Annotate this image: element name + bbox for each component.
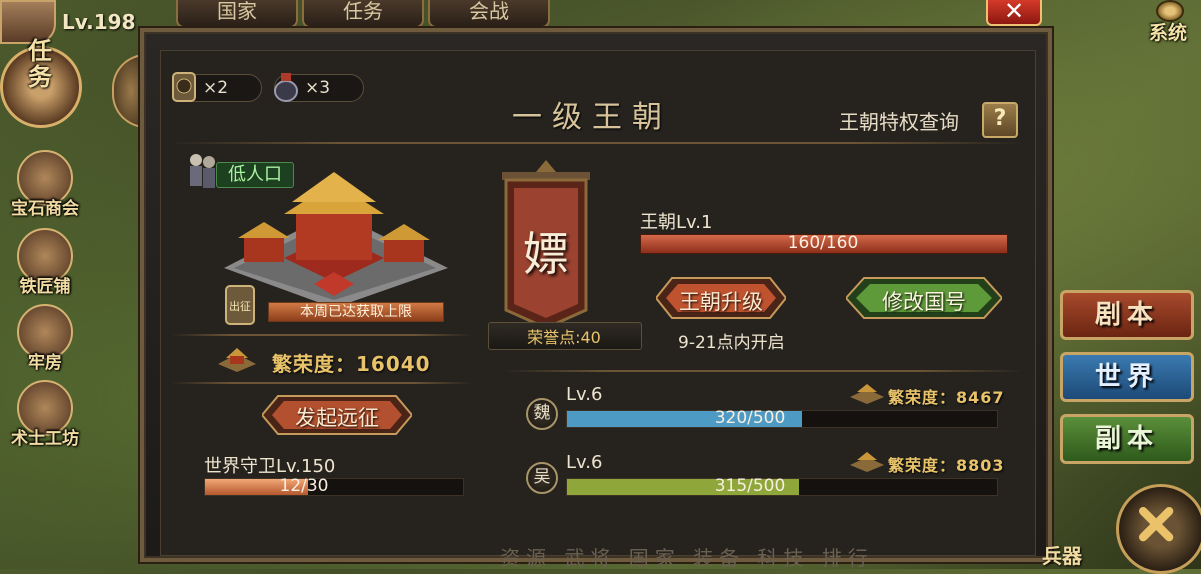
sidebar-item-label: 术士工坊 xyxy=(11,429,79,449)
weekly-limit-bar: 本周已达获取上限 xyxy=(268,302,444,322)
upgrade-time-hint: 9-21点内开启 xyxy=(678,333,785,353)
dynasty-level: 王朝Lv.1 xyxy=(640,212,713,233)
sidebar-item-gem-merchant[interactable]: 宝石商会 xyxy=(2,150,88,219)
help-button[interactable]: ? xyxy=(982,102,1018,138)
tab-country[interactable]: 国家 xyxy=(176,0,298,28)
sidebar-item-label: 铁匠铺 xyxy=(19,277,71,297)
prosperity-icon xyxy=(218,348,256,372)
sidebar-item-warlock-workshop[interactable]: 术士工坊 xyxy=(2,380,88,449)
divider xyxy=(172,142,1022,144)
resource-expedition-token: ×2 xyxy=(172,72,262,102)
instance-button[interactable]: 副本 xyxy=(1060,414,1194,464)
dynasty-upgrade-label: 王朝升级 xyxy=(679,290,763,314)
world-button[interactable]: 世界 xyxy=(1060,352,1194,402)
tab-battle[interactable]: 会战 xyxy=(428,0,550,28)
sidebar-item-prison[interactable]: 牢房 xyxy=(2,304,88,373)
world-guard-progress-text: 12/30 xyxy=(279,476,329,496)
weapon-label: 兵器 xyxy=(1042,544,1082,568)
expedition-token-icon xyxy=(172,72,196,102)
prosperity-icon xyxy=(850,384,884,404)
close-menu-button[interactable] xyxy=(1116,484,1201,574)
kingdom-level: Lv.6 xyxy=(566,452,603,473)
kingdom-emblem-wei: 魏 xyxy=(526,398,558,430)
sidebar-item-label: 宝石商会 xyxy=(11,199,79,219)
world-guard-label: 世界守卫Lv.150 xyxy=(204,456,336,477)
divider xyxy=(172,382,472,384)
tab-quest[interactable]: 任务 xyxy=(302,0,424,28)
divider xyxy=(172,334,472,336)
bottom-nav-text: 资源 武将 国家 装备 科技 排行 xyxy=(500,546,874,570)
expedition-token-icon: 出征 xyxy=(225,285,255,325)
svg-text:出征: 出征 xyxy=(229,299,251,313)
prosperity-value: 繁荣度：16040 xyxy=(272,352,431,376)
close-icon[interactable]: ✕ xyxy=(986,0,1042,26)
kingdom-emblem-wu: 吴 xyxy=(526,462,558,494)
banner-character: 嫖 xyxy=(523,227,569,281)
kingdom-progress-text: 315/500 xyxy=(714,476,786,496)
resource-potion: ×3 xyxy=(274,73,364,102)
dynasty-dialog: ×2 ×3 一级王朝 王朝特权查询 ? 低人口 出征 本周已达获取上限 繁荣度：… xyxy=(140,28,1052,562)
divider xyxy=(504,370,1022,372)
resource-count: ×2 xyxy=(203,78,229,98)
sidebar-item-blacksmith[interactable]: 铁匠铺 xyxy=(2,228,88,297)
sidebar-item-label: 牢房 xyxy=(28,353,62,373)
dynasty-progress-text: 160/160 xyxy=(787,233,859,253)
honor-points: 荣誉点:40 xyxy=(527,328,601,347)
resource-count: ×3 xyxy=(305,78,331,98)
privilege-query-label[interactable]: 王朝特权查询 xyxy=(839,106,959,135)
close-icon xyxy=(1138,506,1174,542)
kingdom-level: Lv.6 xyxy=(566,384,603,405)
kingdom-prosperity: 繁荣度：8803 xyxy=(888,456,1005,475)
prosperity-icon xyxy=(850,452,884,472)
launch-expedition-label: 发起远征 xyxy=(295,406,379,430)
player-level: Lv.198 xyxy=(62,10,136,34)
quest-label: 任务 xyxy=(28,37,52,91)
system-label: 系统 xyxy=(1148,22,1187,44)
rename-country-label: 修改国号 xyxy=(882,290,966,314)
kingdom-prosperity: 繁荣度：8467 xyxy=(888,388,1005,407)
kingdom-progress-text: 320/500 xyxy=(714,408,786,428)
potion-jar-icon xyxy=(274,73,298,102)
script-button[interactable]: 剧本 xyxy=(1060,290,1194,340)
dialog-title: 一级王朝 xyxy=(512,100,672,135)
system-button[interactable]: 系统 xyxy=(1138,0,1198,44)
